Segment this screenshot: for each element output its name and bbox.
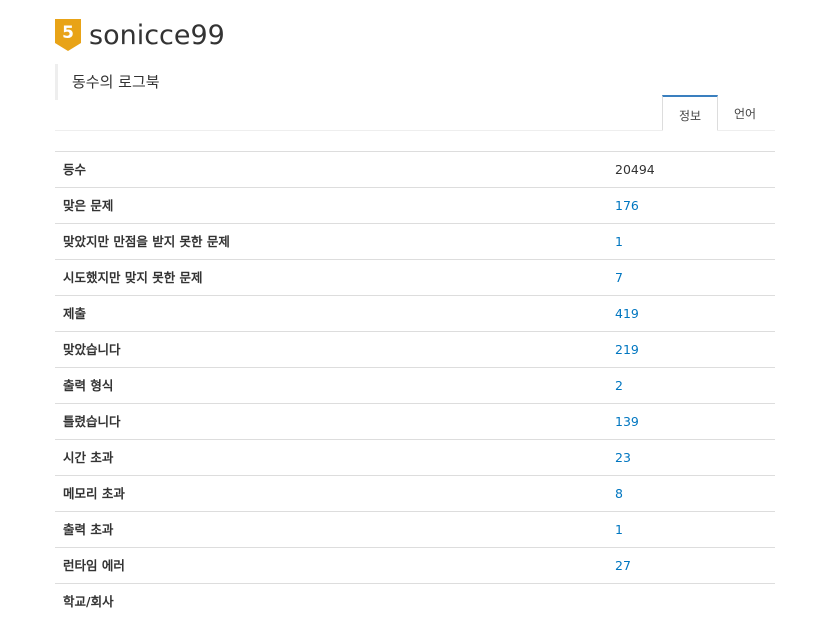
stat-label: 등수 xyxy=(63,162,87,177)
stat-link[interactable]: 1 xyxy=(615,224,623,259)
stat-label: 학교/회사 xyxy=(63,594,114,609)
stat-label: 시간 초과 xyxy=(63,450,114,465)
stat-label: 제출 xyxy=(63,306,87,321)
stat-link[interactable]: 7 xyxy=(615,260,623,295)
table-row: 출력 초과 1 xyxy=(55,512,775,548)
stat-label: 맞았습니다 xyxy=(63,342,121,357)
stat-label: 출력 초과 xyxy=(63,522,114,537)
table-row: 맞았습니다 219 xyxy=(55,332,775,368)
stat-link[interactable]: 219 xyxy=(615,332,639,367)
table-row: 시도했지만 맞지 못한 문제 7 xyxy=(55,260,775,296)
stat-label: 틀렸습니다 xyxy=(63,414,121,429)
stat-value: 20494 xyxy=(615,162,655,177)
stat-label: 시도했지만 맞지 못한 문제 xyxy=(63,270,203,285)
stat-label: 메모리 초과 xyxy=(63,486,125,501)
table-row: 시간 초과 23 xyxy=(55,440,775,476)
stat-link[interactable]: 2 xyxy=(615,368,623,403)
tier-number: 5 xyxy=(62,23,74,43)
tab-info[interactable]: 정보 xyxy=(662,95,718,131)
stat-link[interactable]: 27 xyxy=(615,548,631,583)
profile-header: 5 sonicce99 xyxy=(55,18,225,54)
stat-label: 맞은 문제 xyxy=(63,198,114,213)
stat-link[interactable]: 139 xyxy=(615,404,639,439)
table-row: 런타임 에러 27 xyxy=(55,548,775,584)
stat-link[interactable]: 176 xyxy=(615,188,639,223)
stat-label: 맞았지만 만점을 받지 못한 문제 xyxy=(63,234,230,249)
table-row: 제출 419 xyxy=(55,296,775,332)
table-row: 맞았지만 만점을 받지 못한 문제 1 xyxy=(55,224,775,260)
table-row: 출력 형식 2 xyxy=(55,368,775,404)
table-row: 학교/회사 xyxy=(55,584,775,619)
stat-link[interactable]: 419 xyxy=(615,296,639,331)
stat-link[interactable]: 1 xyxy=(615,512,623,547)
table-row: 메모리 초과 8 xyxy=(55,476,775,512)
stat-link[interactable]: 8 xyxy=(615,476,623,511)
tier-badge-icon: 5 xyxy=(55,19,81,53)
stat-label: 런타임 에러 xyxy=(63,558,125,573)
profile-tabs: 정보 언어 xyxy=(55,95,775,131)
stat-link[interactable]: 23 xyxy=(615,440,631,475)
table-row: 틀렸습니다 139 xyxy=(55,404,775,440)
stats-table: 등수 20494 맞은 문제 176 맞았지만 만점을 받지 못한 문제 1 시… xyxy=(55,151,775,619)
tab-language[interactable]: 언어 xyxy=(717,95,773,129)
stat-label: 출력 형식 xyxy=(63,378,114,393)
username: sonicce99 xyxy=(89,20,225,51)
table-row: 등수 20494 xyxy=(55,152,775,188)
table-row: 맞은 문제 176 xyxy=(55,188,775,224)
